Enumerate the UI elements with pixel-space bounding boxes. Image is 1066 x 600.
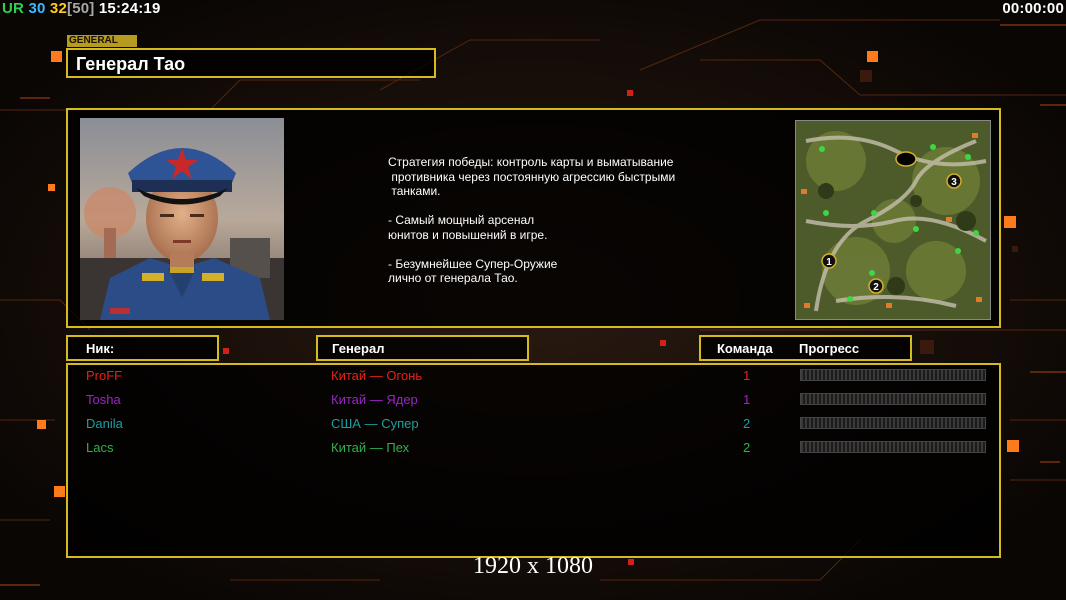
game-timer: 00:00:00 (1002, 0, 1064, 17)
player-row: Tosha Китай — Ядер 1 (68, 390, 1003, 412)
header-general: Генерал (316, 335, 529, 361)
player-general: Китай — Пех (331, 440, 410, 455)
player-nick: Lacs (86, 440, 114, 455)
overlay-clock: 15:24:19 (98, 0, 161, 17)
player-team: 2 (743, 440, 751, 455)
player-team: 2 (743, 416, 751, 431)
overlay-value-30: 30 (28, 0, 46, 17)
general-portrait (80, 118, 284, 320)
fps-overlay: UR 30 32[50] 15:24:19 (2, 0, 161, 17)
header-nick: Ник: (66, 335, 219, 361)
general-description: Стратегия победы: контроль карты и вымат… (388, 155, 676, 285)
map-marker-3: 3 (951, 177, 957, 188)
progress-bar (800, 441, 986, 453)
player-general: Китай — Огонь (331, 368, 423, 383)
player-nick: Tosha (86, 392, 121, 407)
progress-bar (800, 417, 986, 429)
header-general-label: Генерал (332, 341, 385, 356)
header-nick-label: Ник: (86, 341, 115, 356)
header-team-progress: Команда Прогресс (699, 335, 912, 361)
general-title-box: Генерал Тао (66, 48, 436, 78)
map-marker-1: 1 (826, 257, 832, 268)
overlay-value-50: [50] (67, 0, 95, 17)
header-progress-label: Прогресс (799, 341, 860, 356)
player-row: ProFF Китай — Огонь 1 (68, 366, 1003, 388)
progress-bar (800, 393, 986, 405)
player-nick: ProFF (86, 368, 123, 383)
player-team: 1 (743, 368, 751, 383)
general-name: Генерал Тао (76, 54, 186, 74)
resolution-label: 1920 x 1080 (473, 553, 593, 579)
player-row: Danila США — Супер 2 (68, 414, 1003, 436)
overlay-value-32: 32 (49, 0, 68, 17)
overlay-ur-label: UR (2, 0, 25, 17)
minimap[interactable]: 1 2 3 (795, 120, 991, 320)
map-marker-2: 2 (873, 282, 879, 293)
player-nick: Danila (86, 416, 123, 431)
players-panel: ProFF Китай — Огонь 1 Tosha Китай — Ядер… (66, 363, 1001, 558)
header-team-label: Команда (717, 341, 773, 356)
player-row: Lacs Китай — Пех 2 (68, 438, 1003, 460)
general-tag: GENERAL (67, 35, 137, 47)
general-info-panel: Стратегия победы: контроль карты и вымат… (66, 108, 1001, 328)
player-team: 1 (743, 392, 751, 407)
progress-bar (800, 369, 986, 381)
player-general: США — Супер (331, 416, 419, 431)
player-general: Китай — Ядер (331, 392, 418, 407)
